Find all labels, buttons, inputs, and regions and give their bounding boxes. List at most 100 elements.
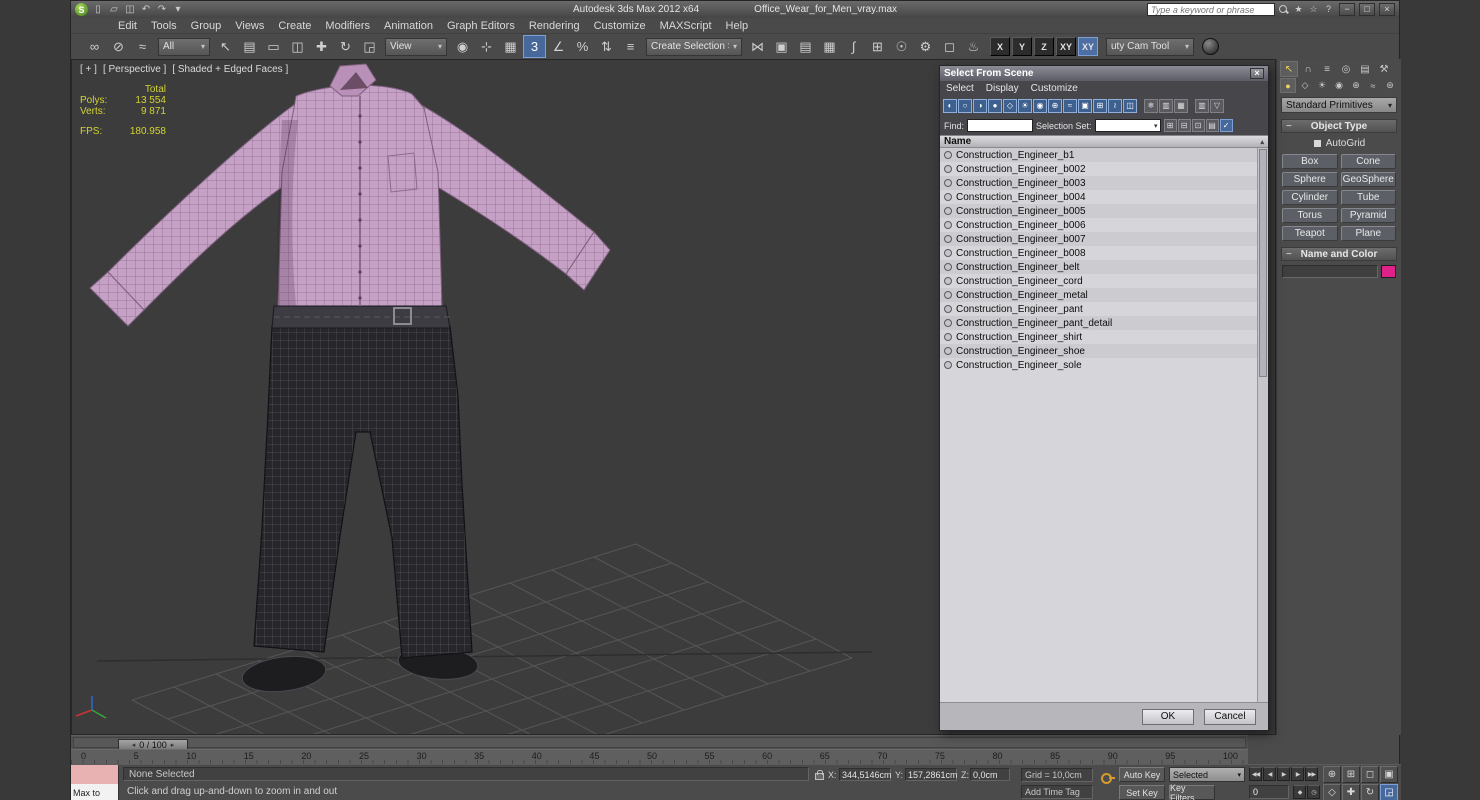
space-warps-category-icon[interactable]: ≈ [1365, 78, 1381, 93]
curve-editor-icon[interactable]: ∫ [842, 35, 865, 58]
scene-list-item[interactable]: Construction_Engineer_pant [940, 302, 1257, 316]
select-and-move-icon[interactable]: ✚ [310, 35, 333, 58]
save-file-icon[interactable]: ◫ [123, 3, 137, 16]
auto-key-button[interactable]: Auto Key [1119, 767, 1165, 782]
fov-icon[interactable]: ◇ [1323, 784, 1341, 800]
object-type-button[interactable]: Torus [1282, 208, 1338, 223]
cancel-button[interactable]: Cancel [1204, 708, 1256, 725]
select-and-scale-icon[interactable]: ◲ [358, 35, 381, 58]
scene-list-item[interactable]: Construction_Engineer_b004 [940, 190, 1257, 204]
menu-item[interactable]: Edit [111, 20, 144, 32]
menu-item[interactable]: Help [719, 20, 756, 32]
display-shapes-icon[interactable]: ◇ [1003, 98, 1017, 113]
edit-named-selection-sets-icon[interactable]: ≡ [619, 35, 642, 58]
axis-constraint-button[interactable]: XY [1078, 37, 1098, 56]
zoom-all-icon[interactable]: ⊞ [1342, 766, 1360, 783]
reference-coordinate-dropdown[interactable]: View ▾ [385, 37, 447, 56]
geometry-category-icon[interactable]: ● [1280, 78, 1296, 93]
modify-tab-icon[interactable]: ∩ [1299, 61, 1317, 77]
apply-filter-icon[interactable]: ✓ [1219, 119, 1233, 132]
close-button[interactable]: × [1379, 3, 1395, 16]
play-animation-icon[interactable]: ▶ [1277, 767, 1290, 781]
snaps-toggle-icon[interactable]: 3 [523, 35, 546, 58]
select-none-icon[interactable]: ⊟ [1177, 119, 1191, 132]
add-time-tag[interactable]: Add Time Tag [1021, 785, 1093, 799]
dialog-menu-item[interactable]: Select [940, 83, 980, 94]
material-editor-icon[interactable]: ☉ [890, 35, 913, 58]
scene-list-item[interactable]: Construction_Engineer_cord [940, 274, 1257, 288]
use-pivot-point-center-icon[interactable]: ◉ [451, 35, 474, 58]
filter-combinations-icon[interactable]: ▽ [1210, 98, 1224, 113]
object-type-button[interactable]: Teapot [1282, 226, 1338, 241]
selection-set-scope-dropdown[interactable]: Selected ▾ [1169, 767, 1245, 782]
viewport-pov-menu[interactable]: [ Perspective ] [103, 64, 166, 75]
column-chooser-icon[interactable]: ▥ [1195, 98, 1209, 113]
dialog-close-icon[interactable]: × [1250, 68, 1264, 79]
scrollbar-thumb[interactable] [1259, 149, 1267, 377]
zoom-icon[interactable]: ⊕ [1323, 766, 1341, 783]
qat-customize-icon[interactable]: ▾ [171, 3, 185, 16]
previous-frame-icon[interactable]: ◀ [1263, 767, 1276, 781]
display-helpers-icon[interactable]: ⊕ [1048, 98, 1062, 113]
go-to-start-icon[interactable]: ◀◀ [1249, 767, 1262, 781]
object-type-button[interactable]: Tube [1340, 190, 1396, 205]
autogrid-checkbox[interactable] [1312, 138, 1322, 148]
cam-tool-dropdown[interactable]: uty Cam Tool ▾ [1106, 37, 1194, 56]
render-setup-icon[interactable]: ⚙ [914, 35, 937, 58]
scene-list-item[interactable]: Construction_Engineer_sole [940, 358, 1257, 372]
favorites-icon[interactable]: ★ [1292, 3, 1305, 16]
key-filters-button[interactable]: Key Filters... [1169, 783, 1215, 800]
name-column-header[interactable]: Name ▴ [940, 135, 1268, 148]
display-lights-icon[interactable]: ☀ [1018, 98, 1032, 113]
axis-constraint-button[interactable]: XY [1056, 37, 1076, 56]
zoom-extents-all-icon[interactable]: ▣ [1380, 766, 1398, 783]
dialog-title-bar[interactable]: Select From Scene × [940, 66, 1268, 81]
schematic-view-icon[interactable]: ⊞ [866, 35, 889, 58]
time-slider[interactable]: ◂ 0 / 100 ▸ [71, 735, 1248, 750]
align-icon[interactable]: ▣ [770, 35, 793, 58]
selection-set-list-icon[interactable]: ▤ [1205, 119, 1219, 132]
layer-manager-icon[interactable]: ▤ [794, 35, 817, 58]
display-tab-icon[interactable]: ▤ [1356, 61, 1374, 77]
redo-icon[interactable]: ↷ [155, 3, 169, 16]
listener-script-pane[interactable]: Max to [71, 783, 118, 800]
axis-constraint-button[interactable]: X [990, 37, 1010, 56]
menu-item[interactable]: Animation [377, 20, 440, 32]
selection-filter-dropdown[interactable]: All ▾ [158, 37, 210, 56]
display-invert-icon[interactable]: ◑ [973, 98, 987, 113]
scene-list-item[interactable]: Construction_Engineer_b005 [940, 204, 1257, 218]
menu-item[interactable]: Views [228, 20, 271, 32]
axis-constraint-button[interactable]: Y [1012, 37, 1032, 56]
select-and-link-icon[interactable]: ∞ [83, 35, 106, 58]
select-and-rotate-icon[interactable]: ↻ [334, 35, 357, 58]
scene-list-item[interactable]: Construction_Engineer_shoe [940, 344, 1257, 358]
new-scene-icon[interactable]: ▯ [91, 3, 105, 16]
tree-view-icon[interactable]: ▦ [1174, 98, 1188, 113]
scene-list-item[interactable]: Construction_Engineer_b007 [940, 232, 1257, 246]
next-frame-arrow-icon[interactable]: ▸ [171, 741, 175, 749]
selection-lock-icon[interactable] [815, 770, 824, 780]
display-nothing-icon[interactable]: ○ [958, 98, 972, 113]
axis-constraint-button[interactable]: Z [1034, 37, 1054, 56]
menu-item[interactable]: Rendering [522, 20, 587, 32]
steering-wheel-icon[interactable] [1202, 38, 1219, 55]
scene-list-item[interactable]: Construction_Engineer_metal [940, 288, 1257, 302]
select-by-name-icon[interactable]: ▤ [238, 35, 261, 58]
undo-icon[interactable]: ↶ [139, 3, 153, 16]
search-icon[interactable] [1279, 5, 1288, 14]
select-all-icon[interactable]: ⊞ [1163, 119, 1177, 132]
time-slider-track[interactable]: ◂ 0 / 100 ▸ [73, 737, 1246, 750]
previous-frame-arrow-icon[interactable]: ◂ [132, 741, 136, 749]
communication-center-icon[interactable]: ☆ [1307, 3, 1320, 16]
minimize-button[interactable]: − [1339, 3, 1355, 16]
rendered-frame-window-icon[interactable]: ◻ [938, 35, 961, 58]
object-name-input[interactable] [1282, 265, 1378, 278]
help-icon[interactable]: ? [1322, 3, 1335, 16]
lights-category-icon[interactable]: ☀ [1314, 78, 1330, 93]
menu-item[interactable]: Create [271, 20, 318, 32]
set-keys-icon[interactable] [1101, 770, 1116, 784]
named-selection-sets-dropdown[interactable]: Create Selection Se▾ [646, 37, 742, 56]
menu-item[interactable]: Group [184, 20, 229, 32]
menu-item[interactable]: Customize [587, 20, 653, 32]
orbit-icon[interactable]: ↻ [1361, 784, 1379, 800]
